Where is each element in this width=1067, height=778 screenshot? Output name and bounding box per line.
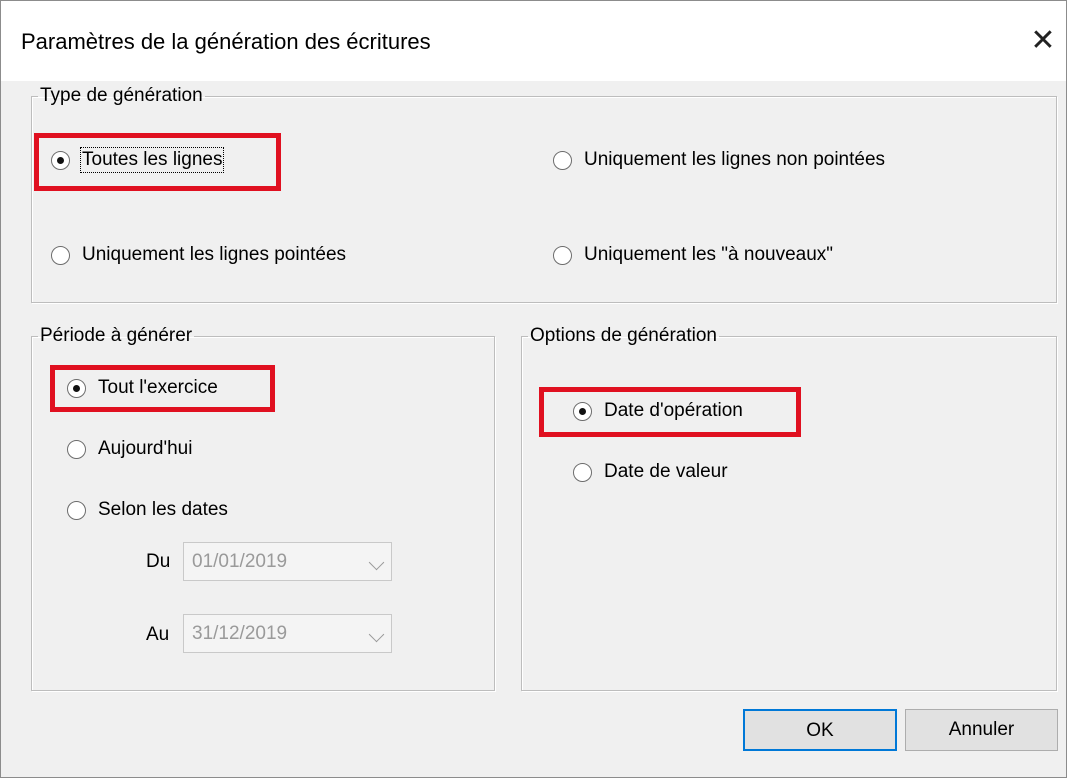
du-date-value: 01/01/2019 xyxy=(192,551,288,572)
radio-date-valeur[interactable]: Date de valeur xyxy=(573,461,728,483)
radio-lignes-pointees[interactable]: Uniquement les lignes pointées xyxy=(51,244,346,266)
options-generation-legend: Options de génération xyxy=(530,325,717,346)
radio-indicator[interactable] xyxy=(553,150,572,170)
radio-label: Selon les dates xyxy=(98,499,228,520)
radio-indicator[interactable] xyxy=(573,462,592,482)
radio-label: Uniquement les lignes non pointées xyxy=(584,149,886,170)
radio-label: Uniquement les "à nouveaux" xyxy=(584,244,834,265)
radio-selon-dates[interactable]: Selon les dates xyxy=(67,499,228,521)
radio-indicator[interactable] xyxy=(67,378,86,398)
radio-indicator[interactable] xyxy=(573,401,592,421)
radio-toutes-les-lignes[interactable]: Toutes les lignes xyxy=(51,147,225,173)
radio-label: Uniquement les lignes pointées xyxy=(82,244,347,265)
au-date-value: 31/12/2019 xyxy=(192,623,288,644)
radio-indicator[interactable] xyxy=(51,245,70,265)
dialog-title: Paramètres de la génération des écriture… xyxy=(21,29,431,54)
cancel-button[interactable]: Annuler xyxy=(905,709,1058,751)
radio-label: Aujourd'hui xyxy=(98,438,193,459)
chevron-down-icon[interactable] xyxy=(368,626,385,643)
dialog-window: Paramètres de la génération des écriture… xyxy=(0,0,1067,778)
chevron-down-icon[interactable] xyxy=(368,554,385,571)
options-generation-group: Options de génération xyxy=(521,325,1057,691)
radio-label: Tout l'exercice xyxy=(98,377,218,398)
au-label: Au xyxy=(146,624,170,645)
periode-legend: Période à générer xyxy=(40,325,193,346)
radio-lignes-non-pointees[interactable]: Uniquement les lignes non pointées xyxy=(553,149,885,171)
type-generation-legend: Type de génération xyxy=(40,85,203,106)
radio-indicator[interactable] xyxy=(67,439,86,459)
title-bar: Paramètres de la génération des écriture… xyxy=(1,1,1066,81)
radio-aujourdhui[interactable]: Aujourd'hui xyxy=(67,438,192,460)
close-icon[interactable]: ✕ xyxy=(1021,19,1065,63)
radio-tout-exercice[interactable]: Tout l'exercice xyxy=(67,377,218,399)
radio-label: Date d'opération xyxy=(604,400,743,421)
radio-label: Date de valeur xyxy=(604,461,728,482)
radio-label: Toutes les lignes xyxy=(79,147,225,173)
radio-indicator[interactable] xyxy=(67,500,86,520)
radio-a-nouveaux[interactable]: Uniquement les "à nouveaux" xyxy=(553,244,833,266)
radio-indicator[interactable] xyxy=(51,150,70,170)
du-label: Du xyxy=(146,551,171,572)
type-generation-group: Type de génération xyxy=(31,85,1057,303)
radio-indicator[interactable] xyxy=(553,245,572,265)
radio-date-operation[interactable]: Date d'opération xyxy=(573,400,743,422)
au-date-combobox[interactable]: 31/12/2019 xyxy=(183,614,392,653)
ok-button[interactable]: OK xyxy=(743,709,897,751)
du-date-combobox[interactable]: 01/01/2019 xyxy=(183,542,392,581)
